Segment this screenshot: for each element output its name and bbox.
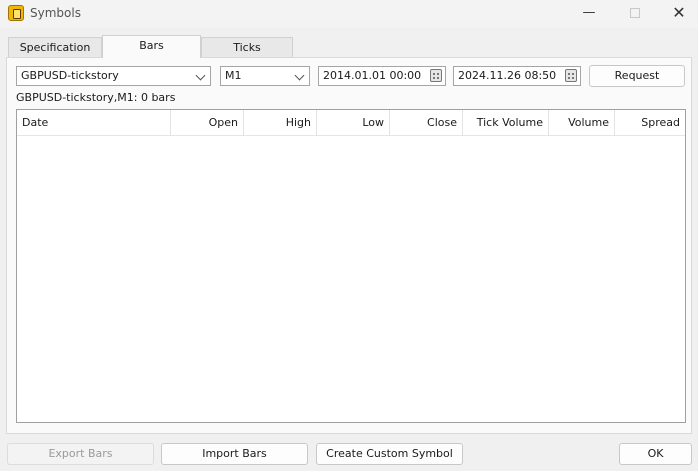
date-to-field[interactable]: 2024.11.26 08:50 xyxy=(453,66,581,86)
export-bars-button[interactable]: Export Bars xyxy=(7,443,154,465)
column-header-tick-volume[interactable]: Tick Volume xyxy=(463,110,549,136)
window-title: Symbols xyxy=(30,6,81,20)
date-from-value: 2014.01.01 00:00 xyxy=(323,69,422,82)
timeframe-select[interactable]: M1 xyxy=(220,66,310,86)
column-header-close[interactable]: Close xyxy=(390,110,463,136)
chevron-down-icon xyxy=(195,70,206,81)
column-header-spread[interactable]: Spread xyxy=(615,110,685,136)
calendar-icon[interactable] xyxy=(565,69,577,82)
date-to-value: 2024.11.26 08:50 xyxy=(458,69,557,82)
timeframe-select-value: M1 xyxy=(225,69,242,82)
tab-bars[interactable]: Bars xyxy=(102,35,201,58)
symbol-select[interactable]: GBPUSD-tickstory xyxy=(16,66,211,86)
maximize-icon xyxy=(630,7,640,18)
column-header-date[interactable]: Date xyxy=(17,110,171,136)
column-header-open[interactable]: Open xyxy=(171,110,244,136)
bars-status-text: GBPUSD-tickstory,M1: 0 bars xyxy=(16,91,176,104)
close-button[interactable]: ✕ xyxy=(656,0,698,28)
chevron-down-icon xyxy=(294,70,305,81)
create-custom-symbol-button[interactable]: Create Custom Symbol xyxy=(316,443,463,465)
table-header: Date Open High Low Close Tick Volume Vol… xyxy=(17,110,685,136)
symbols-app-icon xyxy=(8,5,24,21)
ok-button[interactable]: OK xyxy=(619,443,692,465)
title-bar: Symbols — ✕ xyxy=(0,0,698,28)
import-bars-button[interactable]: Import Bars xyxy=(161,443,308,465)
column-header-volume[interactable]: Volume xyxy=(549,110,615,136)
tab-ticks[interactable]: Ticks xyxy=(201,37,293,59)
bars-table[interactable]: Date Open High Low Close Tick Volume Vol… xyxy=(16,109,686,423)
column-header-high[interactable]: High xyxy=(244,110,317,136)
date-from-field[interactable]: 2014.01.01 00:00 xyxy=(318,66,446,86)
maximize-button[interactable] xyxy=(612,0,658,28)
request-button[interactable]: Request xyxy=(589,65,685,87)
tab-specification[interactable]: Specification xyxy=(8,37,102,59)
minimize-button[interactable]: — xyxy=(566,0,612,28)
symbol-select-value: GBPUSD-tickstory xyxy=(21,69,119,82)
calendar-icon[interactable] xyxy=(430,69,442,82)
column-header-low[interactable]: Low xyxy=(317,110,390,136)
